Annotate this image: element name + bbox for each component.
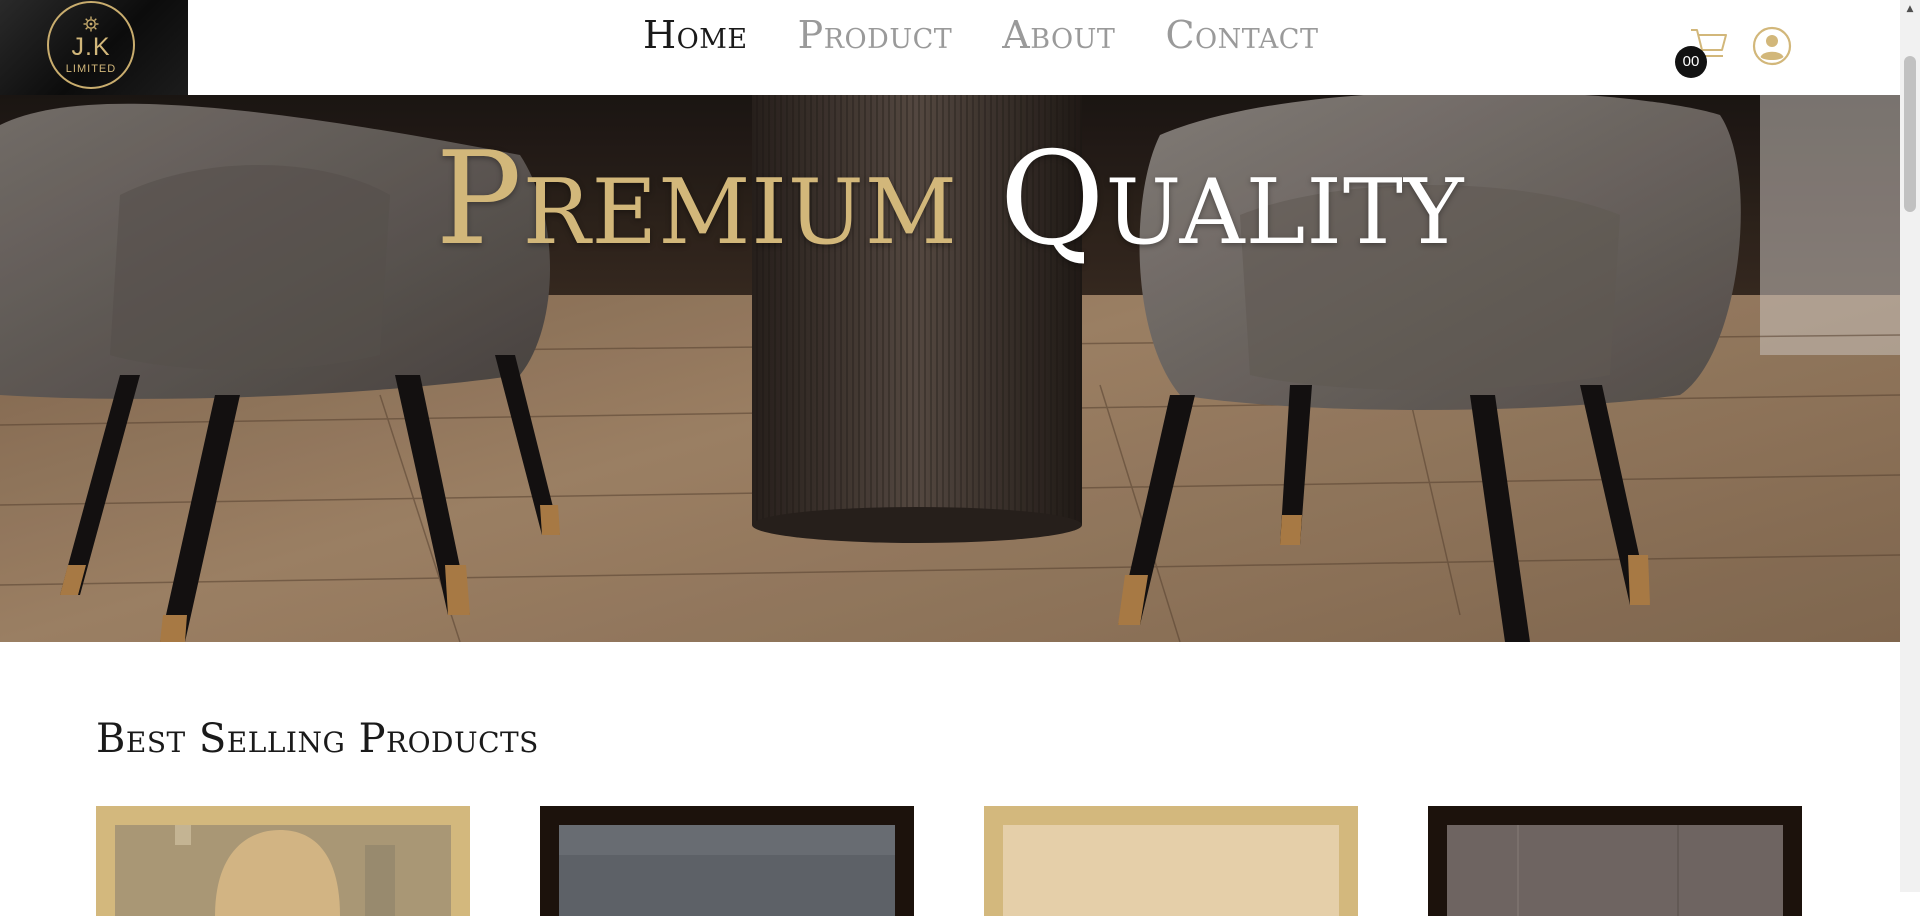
hero-title-word-1: Premium bbox=[435, 125, 958, 274]
gear-icon bbox=[83, 16, 99, 32]
product-image bbox=[1447, 825, 1783, 916]
main-nav: Home Product About Contact bbox=[643, 10, 1318, 60]
cart-button[interactable]: 00 bbox=[1675, 22, 1729, 78]
user-icon[interactable] bbox=[1752, 26, 1792, 66]
hero-title-word-2: Quality bbox=[999, 125, 1465, 274]
cart-count-badge: 00 bbox=[1675, 46, 1707, 78]
product-card[interactable] bbox=[984, 806, 1358, 916]
logo[interactable]: J.K LIMITED bbox=[0, 0, 188, 95]
product-image bbox=[115, 825, 451, 916]
hero-banner: Premium Quality bbox=[0, 95, 1900, 642]
nav-contact[interactable]: Contact bbox=[1165, 13, 1318, 57]
product-card[interactable] bbox=[540, 806, 914, 916]
page-scrollbar[interactable]: ▲ bbox=[1900, 0, 1920, 892]
scrollbar-thumb[interactable] bbox=[1904, 56, 1916, 212]
hero-title: Premium Quality bbox=[0, 125, 1900, 275]
logo-subtext: LIMITED bbox=[65, 63, 117, 75]
nav-about[interactable]: About bbox=[1002, 13, 1115, 57]
product-image bbox=[1003, 825, 1339, 916]
logo-emblem: J.K LIMITED bbox=[47, 1, 135, 89]
scroll-up-arrow-icon[interactable]: ▲ bbox=[1900, 0, 1920, 18]
nav-product[interactable]: Product bbox=[798, 13, 953, 57]
logo-text: J.K bbox=[71, 33, 111, 61]
product-card[interactable] bbox=[96, 806, 470, 916]
product-card[interactable] bbox=[1428, 806, 1802, 916]
best-selling-title: Best Selling Products bbox=[96, 716, 539, 762]
site-header: J.K LIMITED Home Product About Contact 0… bbox=[0, 0, 1900, 95]
nav-home[interactable]: Home bbox=[643, 13, 748, 57]
product-image bbox=[559, 825, 895, 916]
